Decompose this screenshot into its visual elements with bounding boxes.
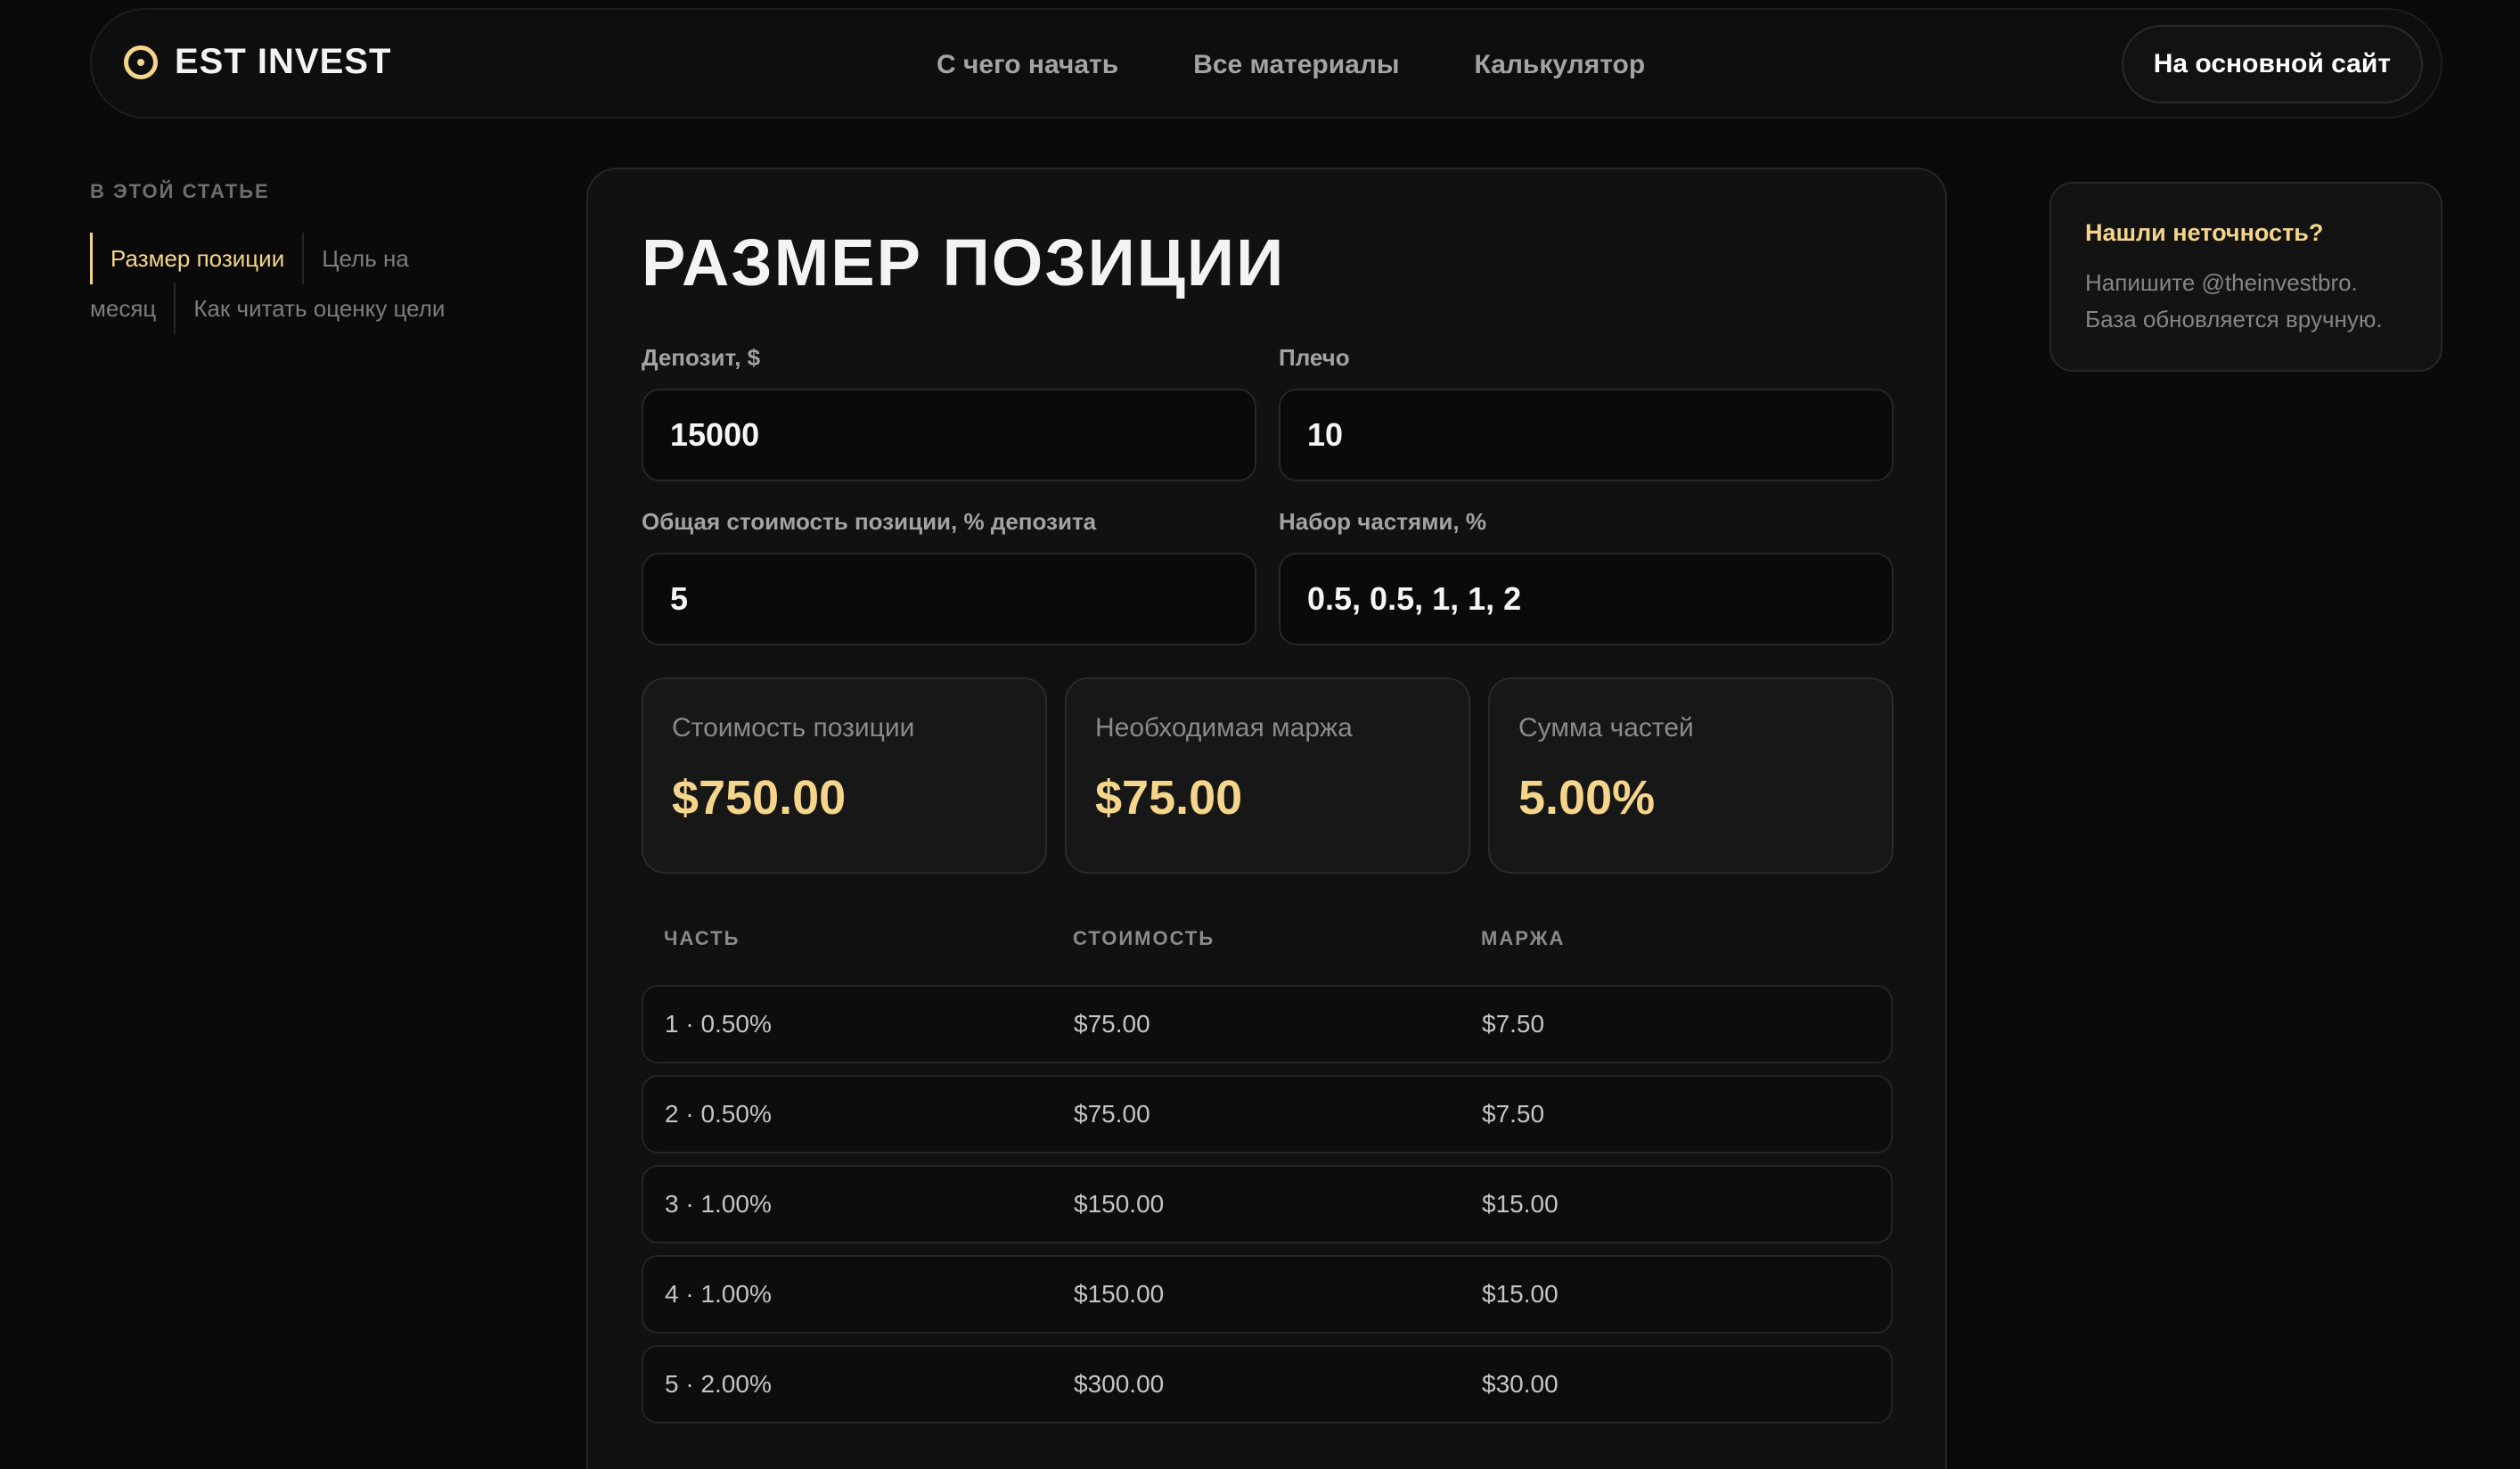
column-header-cost: СТОИМОСТЬ — [1073, 927, 1215, 949]
position-percent-label: Общая стоимость позиции, % депозита — [642, 508, 1097, 535]
column-header-margin: МАРЖА — [1481, 927, 1566, 949]
cell-part: 1 · 0.50% — [665, 1010, 772, 1038]
position-percent-field: Общая стоимость позиции, % депозита 5 — [642, 508, 1256, 645]
nav-link-start[interactable]: С чего начать — [937, 50, 1118, 80]
toc-heading: В ЭТОЙ СТАТЬЕ — [90, 180, 270, 202]
feedback-title: Нашли неточность? — [2085, 219, 2324, 246]
cell-cost: $150.00 — [1074, 1280, 1165, 1308]
stat-label: Сумма частей — [1518, 713, 1694, 743]
stat-label: Стоимость позиции — [672, 713, 915, 743]
leverage-field: Плечо 10 — [1279, 344, 1894, 481]
main-site-button[interactable]: На основной сайт — [2121, 25, 2423, 103]
feedback-card: Нашли неточность? Напишите @theinvestbro… — [2050, 182, 2442, 372]
position-size-calculator: Размер позиции Депозит, $ 15000 Плечо 10… — [586, 168, 1947, 1469]
cell-cost: $150.00 — [1074, 1190, 1165, 1218]
leverage-label: Плечо — [1279, 344, 1350, 371]
deposit-field: Депозит, $ 15000 — [642, 344, 1256, 481]
logo[interactable]: EST INVEST — [124, 42, 391, 82]
feedback-text: Напишите @theinvestbro. База обновляется… — [2085, 269, 2383, 332]
table-row: 2 · 0.50% $75.00 $7.50 — [642, 1075, 1893, 1153]
position-percent-input[interactable]: 5 — [642, 553, 1256, 645]
stat-parts-sum: Сумма частей 5.00% — [1488, 677, 1894, 874]
cell-part: 4 · 1.00% — [665, 1280, 772, 1308]
cell-margin: $30.00 — [1482, 1370, 1559, 1398]
leverage-input[interactable]: 10 — [1279, 389, 1894, 481]
parts-field: Набор частями, % 0.5, 0.5, 1, 1, 2 — [1279, 508, 1894, 645]
logo-text: EST INVEST — [175, 42, 392, 81]
main-nav: С чего начать Все материалы Калькулятор — [937, 50, 1645, 80]
parts-label: Набор частями, % — [1279, 508, 1486, 535]
cell-margin: $15.00 — [1482, 1280, 1559, 1308]
toc-link-goal-rating[interactable]: Как читать оценку цели — [174, 283, 463, 334]
site-header: EST INVEST С чего начать Все материалы К… — [90, 8, 2442, 119]
table-of-contents: В ЭТОЙ СТАТЬЕ Размер позиции Цель на меся… — [90, 180, 464, 334]
stat-value: $750.00 — [672, 771, 847, 825]
stat-label: Необходимая маржа — [1095, 713, 1353, 743]
table-row: 5 · 2.00% $300.00 $30.00 — [642, 1345, 1893, 1424]
toc-links: Размер позиции Цель на месяц Как читать оц… — [90, 233, 464, 334]
column-header-part: ЧАСТЬ — [664, 927, 740, 949]
stat-required-margin: Необходимая маржа $75.00 — [1065, 677, 1470, 874]
cell-part: 3 · 1.00% — [665, 1190, 772, 1218]
page-title: Размер позиции — [642, 226, 1286, 300]
cell-cost: $75.00 — [1074, 1100, 1150, 1128]
table-row: 4 · 1.00% $150.00 $15.00 — [642, 1255, 1893, 1334]
cell-cost: $75.00 — [1074, 1010, 1150, 1038]
table-row: 3 · 1.00% $150.00 $15.00 — [642, 1165, 1893, 1243]
parts-table-header: ЧАСТЬ СТОИМОСТЬ МАРЖА — [664, 927, 1911, 963]
nav-link-calculator[interactable]: Калькулятор — [1475, 50, 1646, 80]
stat-position-cost: Стоимость позиции $750.00 — [642, 677, 1047, 874]
logo-target-icon — [124, 45, 158, 79]
toc-link-position-size[interactable]: Размер позиции — [90, 233, 303, 284]
stat-value: $75.00 — [1095, 771, 1243, 825]
cell-margin: $15.00 — [1482, 1190, 1559, 1218]
stat-value: 5.00% — [1518, 771, 1656, 825]
cell-margin: $7.50 — [1482, 1100, 1545, 1128]
parts-input[interactable]: 0.5, 0.5, 1, 1, 2 — [1279, 553, 1894, 645]
deposit-input[interactable]: 15000 — [642, 389, 1256, 481]
nav-link-materials[interactable]: Все материалы — [1193, 50, 1399, 80]
table-row: 1 · 0.50% $75.00 $7.50 — [642, 985, 1893, 1063]
cell-part: 5 · 2.00% — [665, 1370, 772, 1398]
cell-cost: $300.00 — [1074, 1370, 1165, 1398]
cell-margin: $7.50 — [1482, 1010, 1545, 1038]
deposit-label: Депозит, $ — [642, 344, 761, 371]
cell-part: 2 · 0.50% — [665, 1100, 772, 1128]
